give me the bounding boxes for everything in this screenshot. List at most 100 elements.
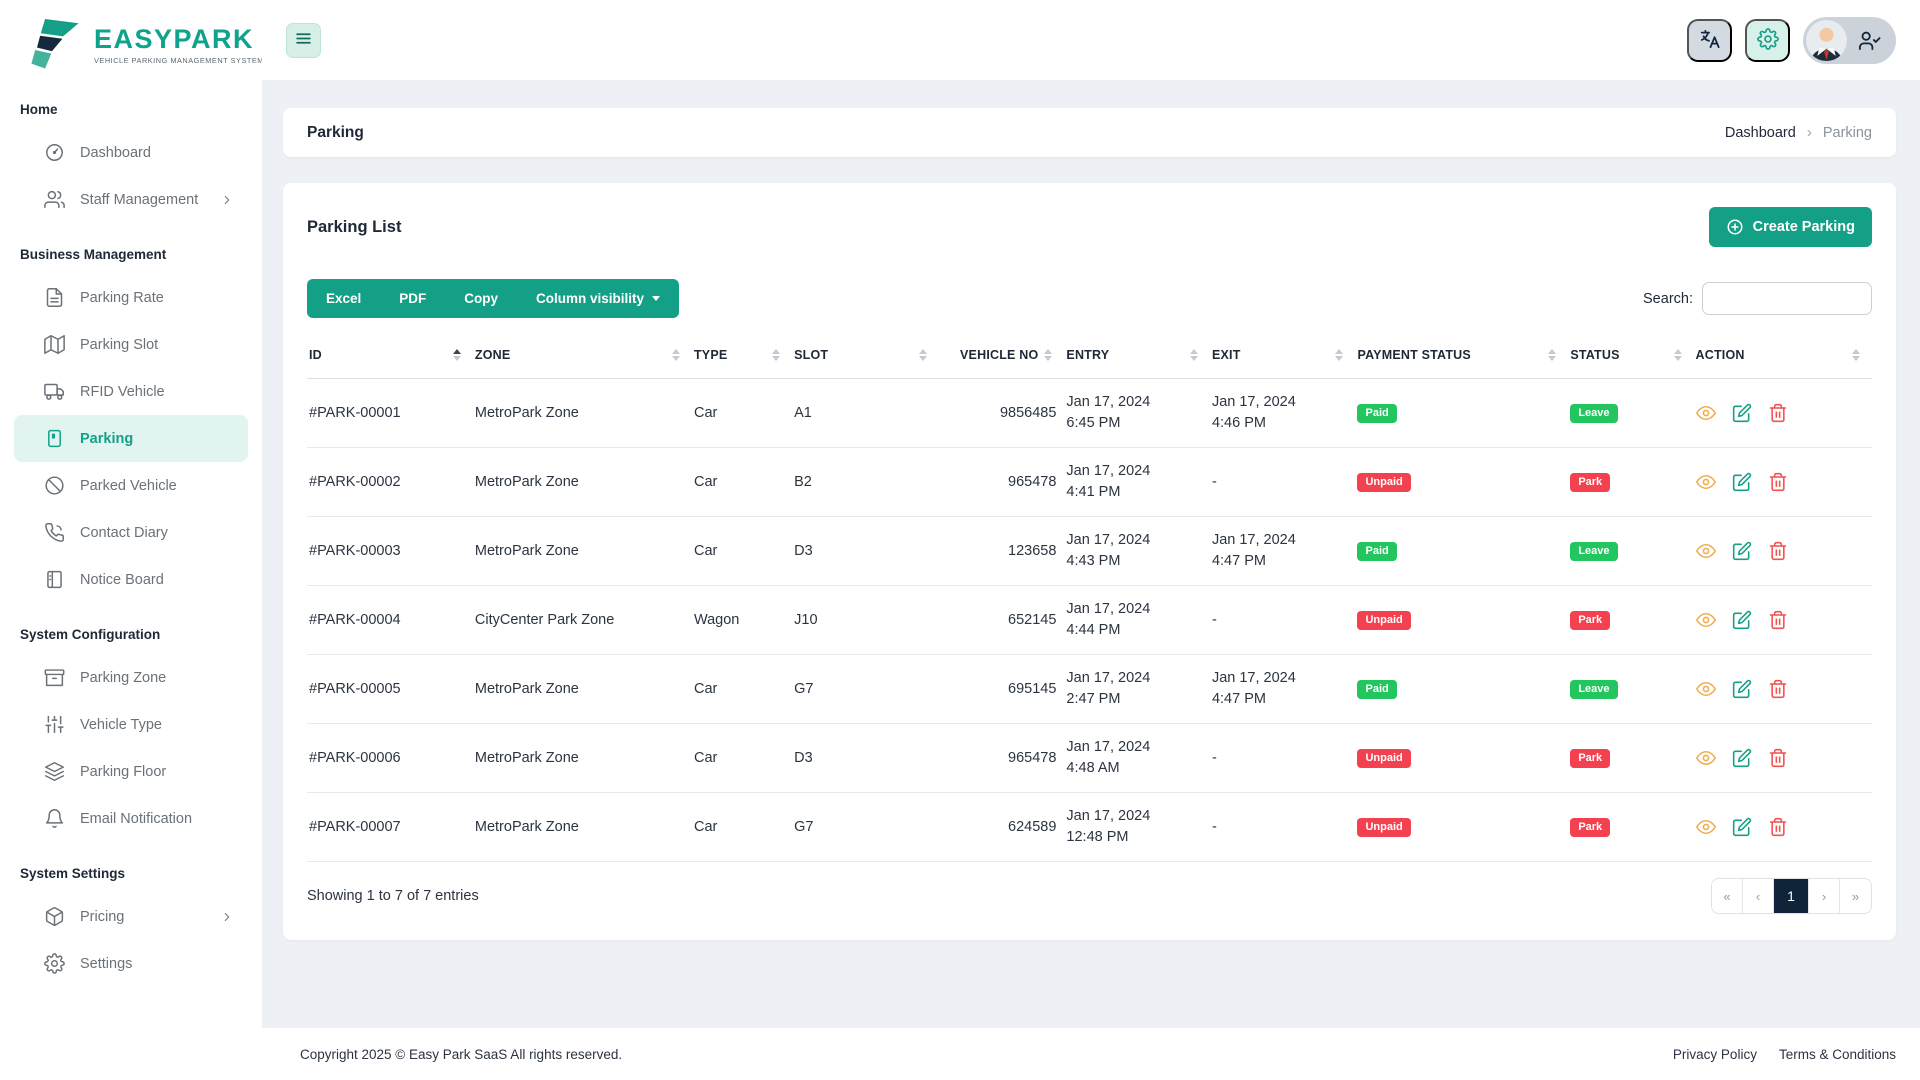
- edit-button[interactable]: [1732, 472, 1752, 492]
- edit-button[interactable]: [1732, 610, 1752, 630]
- column-header-exit[interactable]: EXIT: [1209, 338, 1356, 379]
- sort-arrows-icon: [1673, 349, 1682, 361]
- copy-button[interactable]: Copy: [445, 279, 517, 318]
- sidebar-section-title: System Configuration: [20, 627, 161, 642]
- create-parking-button[interactable]: Create Parking: [1708, 207, 1872, 247]
- cell-exit: -: [1209, 585, 1356, 655]
- export-pdf-button[interactable]: PDF: [380, 279, 445, 318]
- delete-button[interactable]: [1768, 541, 1788, 561]
- cell-payment-status: Paid: [1355, 516, 1569, 586]
- profile-button[interactable]: [1803, 16, 1896, 64]
- sidebar-item-pricing[interactable]: Pricing: [14, 893, 248, 940]
- column-header-zone[interactable]: ZONE: [472, 338, 692, 379]
- sidebar-section-title: System Settings: [20, 866, 126, 881]
- create-parking-label: Create Parking: [1752, 219, 1855, 235]
- parking-list-card: Parking List Create Parking Excel PDF Co…: [283, 183, 1896, 940]
- export-excel-button[interactable]: Excel: [307, 279, 380, 318]
- brand-text: EASYPARK VEHICLE PARKING MANAGEMENT SYST…: [94, 25, 264, 65]
- cell-status: Park: [1568, 792, 1694, 862]
- page-1-button[interactable]: 1: [1774, 879, 1809, 913]
- column-header-id[interactable]: ID: [307, 338, 473, 379]
- sidebar-item-staff-management[interactable]: Staff Management: [14, 176, 248, 223]
- view-button[interactable]: [1695, 472, 1716, 492]
- sidebar-item-label: Pricing: [80, 908, 125, 925]
- sidebar-item-rfid-vehicle[interactable]: RFID Vehicle: [14, 368, 248, 415]
- column-header-vehicle-no[interactable]: VEHICLE NO: [939, 338, 1065, 379]
- edit-icon: [1732, 472, 1752, 492]
- settings-button[interactable]: [1745, 18, 1790, 62]
- delete-button[interactable]: [1768, 472, 1788, 492]
- trash-icon: [1768, 817, 1788, 837]
- column-label: SLOT: [794, 348, 829, 362]
- sidebar-item-parking[interactable]: Parking: [14, 415, 248, 462]
- view-button[interactable]: [1695, 679, 1716, 699]
- cell-payment-status: Paid: [1355, 378, 1569, 448]
- edit-button[interactable]: [1732, 817, 1752, 837]
- column-header-status[interactable]: STATUS: [1568, 338, 1694, 379]
- delete-button[interactable]: [1768, 748, 1788, 768]
- edit-icon: [1732, 679, 1752, 699]
- cell-payment-status: Unpaid: [1355, 723, 1569, 793]
- delete-button[interactable]: [1768, 817, 1788, 837]
- sidebar-item-email-notification[interactable]: Email Notification: [14, 795, 248, 842]
- sidebar-item-dashboard[interactable]: Dashboard: [14, 129, 248, 176]
- sidebar-item-parking-slot[interactable]: Parking Slot: [14, 321, 248, 368]
- sidebar-item-parking-zone[interactable]: Parking Zone: [14, 654, 248, 701]
- breadcrumb-dashboard-link[interactable]: Dashboard: [1725, 125, 1796, 141]
- sidebar-item-settings[interactable]: Settings: [14, 940, 248, 987]
- sidebar-nav: Home Dashboard Staff Management Business Ma…: [0, 78, 262, 987]
- delete-button[interactable]: [1768, 403, 1788, 423]
- plus-circle-icon: [1726, 218, 1744, 236]
- edit-button[interactable]: [1732, 541, 1752, 561]
- sidebar-item-parked-vehicle[interactable]: Parked Vehicle: [14, 462, 248, 509]
- status-badge: Park: [1570, 610, 1611, 630]
- cell-zone: MetroPark Zone: [472, 447, 692, 517]
- sidebar-item-vehicle-type[interactable]: Vehicle Type: [14, 701, 248, 748]
- translate-button[interactable]: [1687, 18, 1732, 62]
- view-button[interactable]: [1695, 403, 1716, 423]
- column-header-type[interactable]: TYPE: [691, 338, 793, 379]
- trash-icon: [1768, 610, 1788, 630]
- cell-slot: A1: [792, 378, 940, 448]
- column-label: ENTRY: [1066, 348, 1110, 362]
- cell-zone: MetroPark Zone: [472, 516, 692, 586]
- table-row: #PARK-00007 MetroPark Zone Car G7 624589 Jan …: [307, 792, 1872, 862]
- edit-button[interactable]: [1732, 748, 1752, 768]
- last-page-button[interactable]: »: [1840, 879, 1871, 913]
- column-header-slot[interactable]: SLOT: [792, 338, 940, 379]
- column-header-action[interactable]: ACTION: [1693, 338, 1872, 379]
- edit-button[interactable]: [1732, 679, 1752, 699]
- column-header-payment-status[interactable]: PAYMENT STATUS: [1355, 338, 1569, 379]
- view-button[interactable]: [1695, 610, 1716, 630]
- privacy-policy-link[interactable]: Privacy Policy: [1673, 1047, 1757, 1062]
- view-button[interactable]: [1695, 541, 1716, 561]
- sidebar-toggle-button[interactable]: [286, 22, 321, 58]
- sidebar-item-notice-board[interactable]: Notice Board: [14, 556, 248, 603]
- cell-entry: Jan 17, 2024 4:43 PM: [1064, 516, 1210, 586]
- sidebar-item-label: Parking: [80, 430, 134, 447]
- view-button[interactable]: [1695, 817, 1716, 837]
- card-head: Parking List Create Parking: [307, 207, 1872, 247]
- search-input[interactable]: [1702, 282, 1872, 315]
- delete-button[interactable]: [1768, 679, 1788, 699]
- first-page-button[interactable]: «: [1712, 879, 1743, 913]
- row-actions: [1695, 817, 1865, 837]
- previous-page-button[interactable]: ‹: [1743, 879, 1774, 913]
- column-visibility-button[interactable]: Column visibility: [517, 279, 679, 318]
- file-text-icon: [44, 287, 65, 308]
- cell-exit: Jan 17, 2024 4:46 PM: [1209, 378, 1356, 448]
- cell-exit: Jan 17, 2024 4:47 PM: [1209, 654, 1356, 724]
- delete-button[interactable]: [1768, 610, 1788, 630]
- content-area: Parking Dashboard › Parking Parking List…: [262, 80, 1920, 1028]
- sidebar-item-parking-rate[interactable]: Parking Rate: [14, 274, 248, 321]
- terms-conditions-link[interactable]: Terms & Conditions: [1779, 1047, 1896, 1062]
- next-page-button[interactable]: ›: [1809, 879, 1840, 913]
- view-button[interactable]: [1695, 748, 1716, 768]
- sidebar-item-contact-diary[interactable]: Contact Diary: [14, 509, 248, 556]
- status-badge: Leave: [1570, 403, 1618, 423]
- column-header-entry[interactable]: ENTRY: [1064, 338, 1210, 379]
- copyright-text: Copyright 2025 © Easy Park SaaS All righ…: [300, 1046, 623, 1062]
- cell-zone: MetroPark Zone: [472, 654, 692, 724]
- edit-button[interactable]: [1732, 403, 1752, 423]
- sidebar-item-parking-floor[interactable]: Parking Floor: [14, 748, 248, 795]
